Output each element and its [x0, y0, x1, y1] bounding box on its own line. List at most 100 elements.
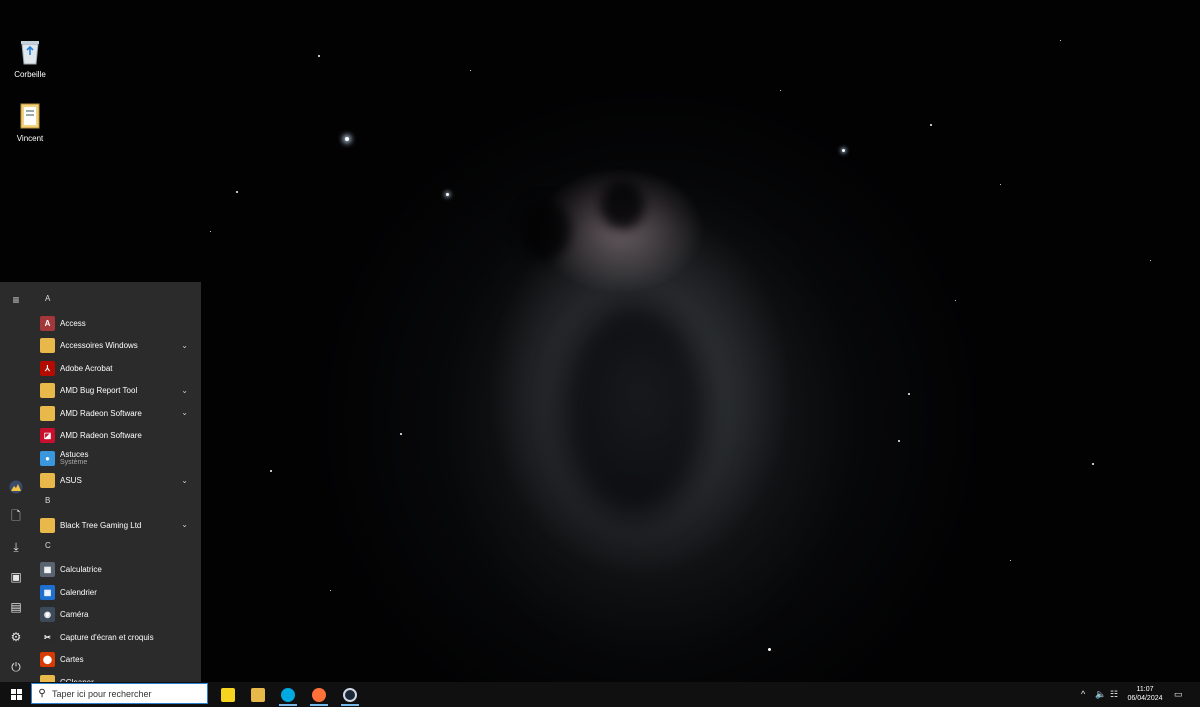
app-label: Astuces — [60, 450, 89, 460]
start-menu-app-item[interactable]: Accessoires Windows ⌄ — [32, 335, 201, 358]
hamburger-menu-icon[interactable]: ≡ — [0, 286, 32, 314]
star — [270, 470, 272, 472]
taskbar-clock[interactable]: 11:07 06/04/2024 — [1124, 685, 1166, 703]
chevron-down-icon: ⌄ — [181, 385, 188, 395]
star — [842, 149, 845, 152]
camera-icon: ◉ — [40, 607, 55, 623]
app-label: Black Tree Gaming Ltd — [60, 520, 142, 530]
desktop-icon-user-folder[interactable]: Vincent — [0, 102, 60, 143]
star — [446, 193, 449, 196]
app-label: Adobe Acrobat — [60, 363, 113, 373]
app-label: Caméra — [60, 610, 89, 620]
start-menu-app-item[interactable]: ⅄ Adobe Acrobat — [32, 357, 201, 380]
app-label: Accessoires Windows — [60, 341, 138, 351]
app-label-group: Access — [60, 319, 86, 328]
chevron-down-icon: ⌄ — [181, 475, 188, 485]
videos-icon[interactable]: ▤ — [0, 593, 32, 621]
maps-pin-icon: ⬤ — [40, 652, 55, 668]
folder-icon — [40, 383, 55, 399]
volume-icon[interactable]: 🔈 — [1095, 689, 1106, 700]
app-label-group: AMD Radeon Software — [60, 409, 142, 418]
section-letter-header[interactable]: B — [32, 492, 201, 514]
star — [1060, 40, 1061, 41]
documents-icon[interactable]: 🗋 — [0, 503, 32, 531]
folder-icon — [40, 338, 55, 354]
app-label-group: Cartes — [60, 655, 84, 664]
app-label: Cartes — [60, 655, 84, 665]
recycle-bin-icon — [17, 38, 43, 66]
show-hidden-icons-chevron-icon[interactable]: ^ — [1081, 689, 1085, 699]
system-tray: ^ 🔈 ☷ 11:07 06/04/2024 ▭ — [0, 682, 1200, 707]
start-menu-app-item[interactable]: AMD Bug Report Tool ⌄ — [32, 380, 201, 403]
desktop-icon-label: Vincent — [16, 134, 44, 143]
app-label: AMD Radeon Software — [60, 408, 142, 418]
desktop-icon-recycle-bin[interactable]: Corbeille — [0, 38, 60, 79]
start-menu-app-item[interactable]: CCleaner⌄ — [32, 671, 201, 682]
app-label: Calendrier — [60, 587, 97, 597]
star — [768, 648, 771, 651]
start-menu-app-item[interactable]: ● Astuces Système — [32, 447, 201, 470]
star — [400, 433, 402, 435]
calendar-icon: ▦ — [40, 584, 55, 600]
app-label-group: Astuces Système — [60, 450, 88, 466]
access-icon: A — [40, 315, 55, 331]
settings-gear-icon[interactable]: ⚙ — [0, 623, 32, 651]
star — [236, 191, 238, 193]
app-label: AMD Bug Report Tool — [60, 386, 138, 396]
app-label-group: Adobe Acrobat — [60, 364, 112, 373]
star — [1010, 560, 1011, 561]
app-label-group: ASUS — [60, 476, 82, 485]
start-menu-app-item[interactable]: A Access — [32, 312, 201, 335]
app-label-group: Caméra — [60, 610, 88, 619]
star — [345, 137, 349, 141]
start-menu-app-item[interactable]: AMD Radeon Software ⌄ — [32, 402, 201, 425]
app-label-group: AMD Bug Report Tool — [60, 386, 137, 395]
app-label: AMD Radeon Software — [60, 431, 142, 441]
notifications-icon[interactable]: ▭ — [1174, 689, 1183, 700]
start-menu-app-item[interactable]: ◉ Caméra — [32, 604, 201, 627]
power-icon[interactable]: ⏻ — [0, 653, 32, 681]
folder-icon — [40, 405, 55, 421]
star — [210, 231, 211, 232]
star — [955, 300, 956, 301]
app-sublabel: Système — [60, 459, 88, 467]
star — [780, 90, 781, 91]
app-label: Access — [60, 318, 86, 328]
start-menu-app-item[interactable]: ◪ AMD Radeon Software — [32, 425, 201, 448]
tips-lightbulb-icon: ● — [40, 450, 55, 466]
start-menu-app-item[interactable]: Black Tree Gaming Ltd ⌄ — [32, 514, 201, 537]
start-app-list: A A Access Accessoires Windows ⌄ ⅄ Adobe Acrob… — [32, 290, 201, 682]
app-label: Capture d'écran et croquis — [60, 632, 154, 642]
start-menu-rail: ≡ 🗋 ⤓ ▣ ▤ ⚙ ⏻ — [0, 282, 32, 682]
adobe-acrobat-icon: ⅄ — [40, 360, 55, 376]
user-folder-icon — [17, 102, 43, 130]
app-label-group: Calendrier — [60, 588, 97, 597]
section-letter-header[interactable]: A — [32, 290, 201, 312]
nebula-shadow — [600, 180, 645, 230]
clock-time: 11:07 — [1136, 686, 1154, 693]
user-avatar-icon[interactable] — [0, 473, 32, 501]
network-icon[interactable]: ☷ — [1110, 689, 1118, 700]
star — [898, 440, 900, 442]
star — [1000, 184, 1001, 185]
star — [470, 70, 471, 71]
pictures-icon[interactable]: ▣ — [0, 563, 32, 591]
downloads-icon[interactable]: ⤓ — [0, 533, 32, 561]
start-menu-app-item[interactable]: ✂ Capture d'écran et croquis — [32, 626, 201, 649]
start-menu-app-item[interactable]: ▦ Calendrier — [32, 581, 201, 604]
app-label-group: Accessoires Windows — [60, 341, 138, 350]
chevron-down-icon: ⌄ — [181, 340, 188, 350]
start-menu-app-item[interactable]: ASUS ⌄ — [32, 470, 201, 493]
nebula-shadow — [520, 200, 570, 260]
app-label-group: AMD Radeon Software — [60, 431, 142, 440]
star — [1092, 463, 1094, 465]
chevron-down-icon: ⌄ — [181, 520, 188, 529]
app-label-group: Capture d'écran et croquis — [60, 633, 154, 642]
star — [318, 55, 320, 57]
start-menu-app-item[interactable]: ▦ Calculatrice — [32, 559, 201, 582]
app-label: ASUS — [60, 476, 82, 486]
section-letter-header[interactable]: C — [32, 537, 201, 559]
folder-icon — [40, 473, 55, 489]
start-menu-app-item[interactable]: ⬤ Cartes — [32, 649, 201, 672]
start-menu: ≡ 🗋 ⤓ ▣ ▤ ⚙ ⏻ A A Access Accessoires Window… — [0, 282, 201, 682]
